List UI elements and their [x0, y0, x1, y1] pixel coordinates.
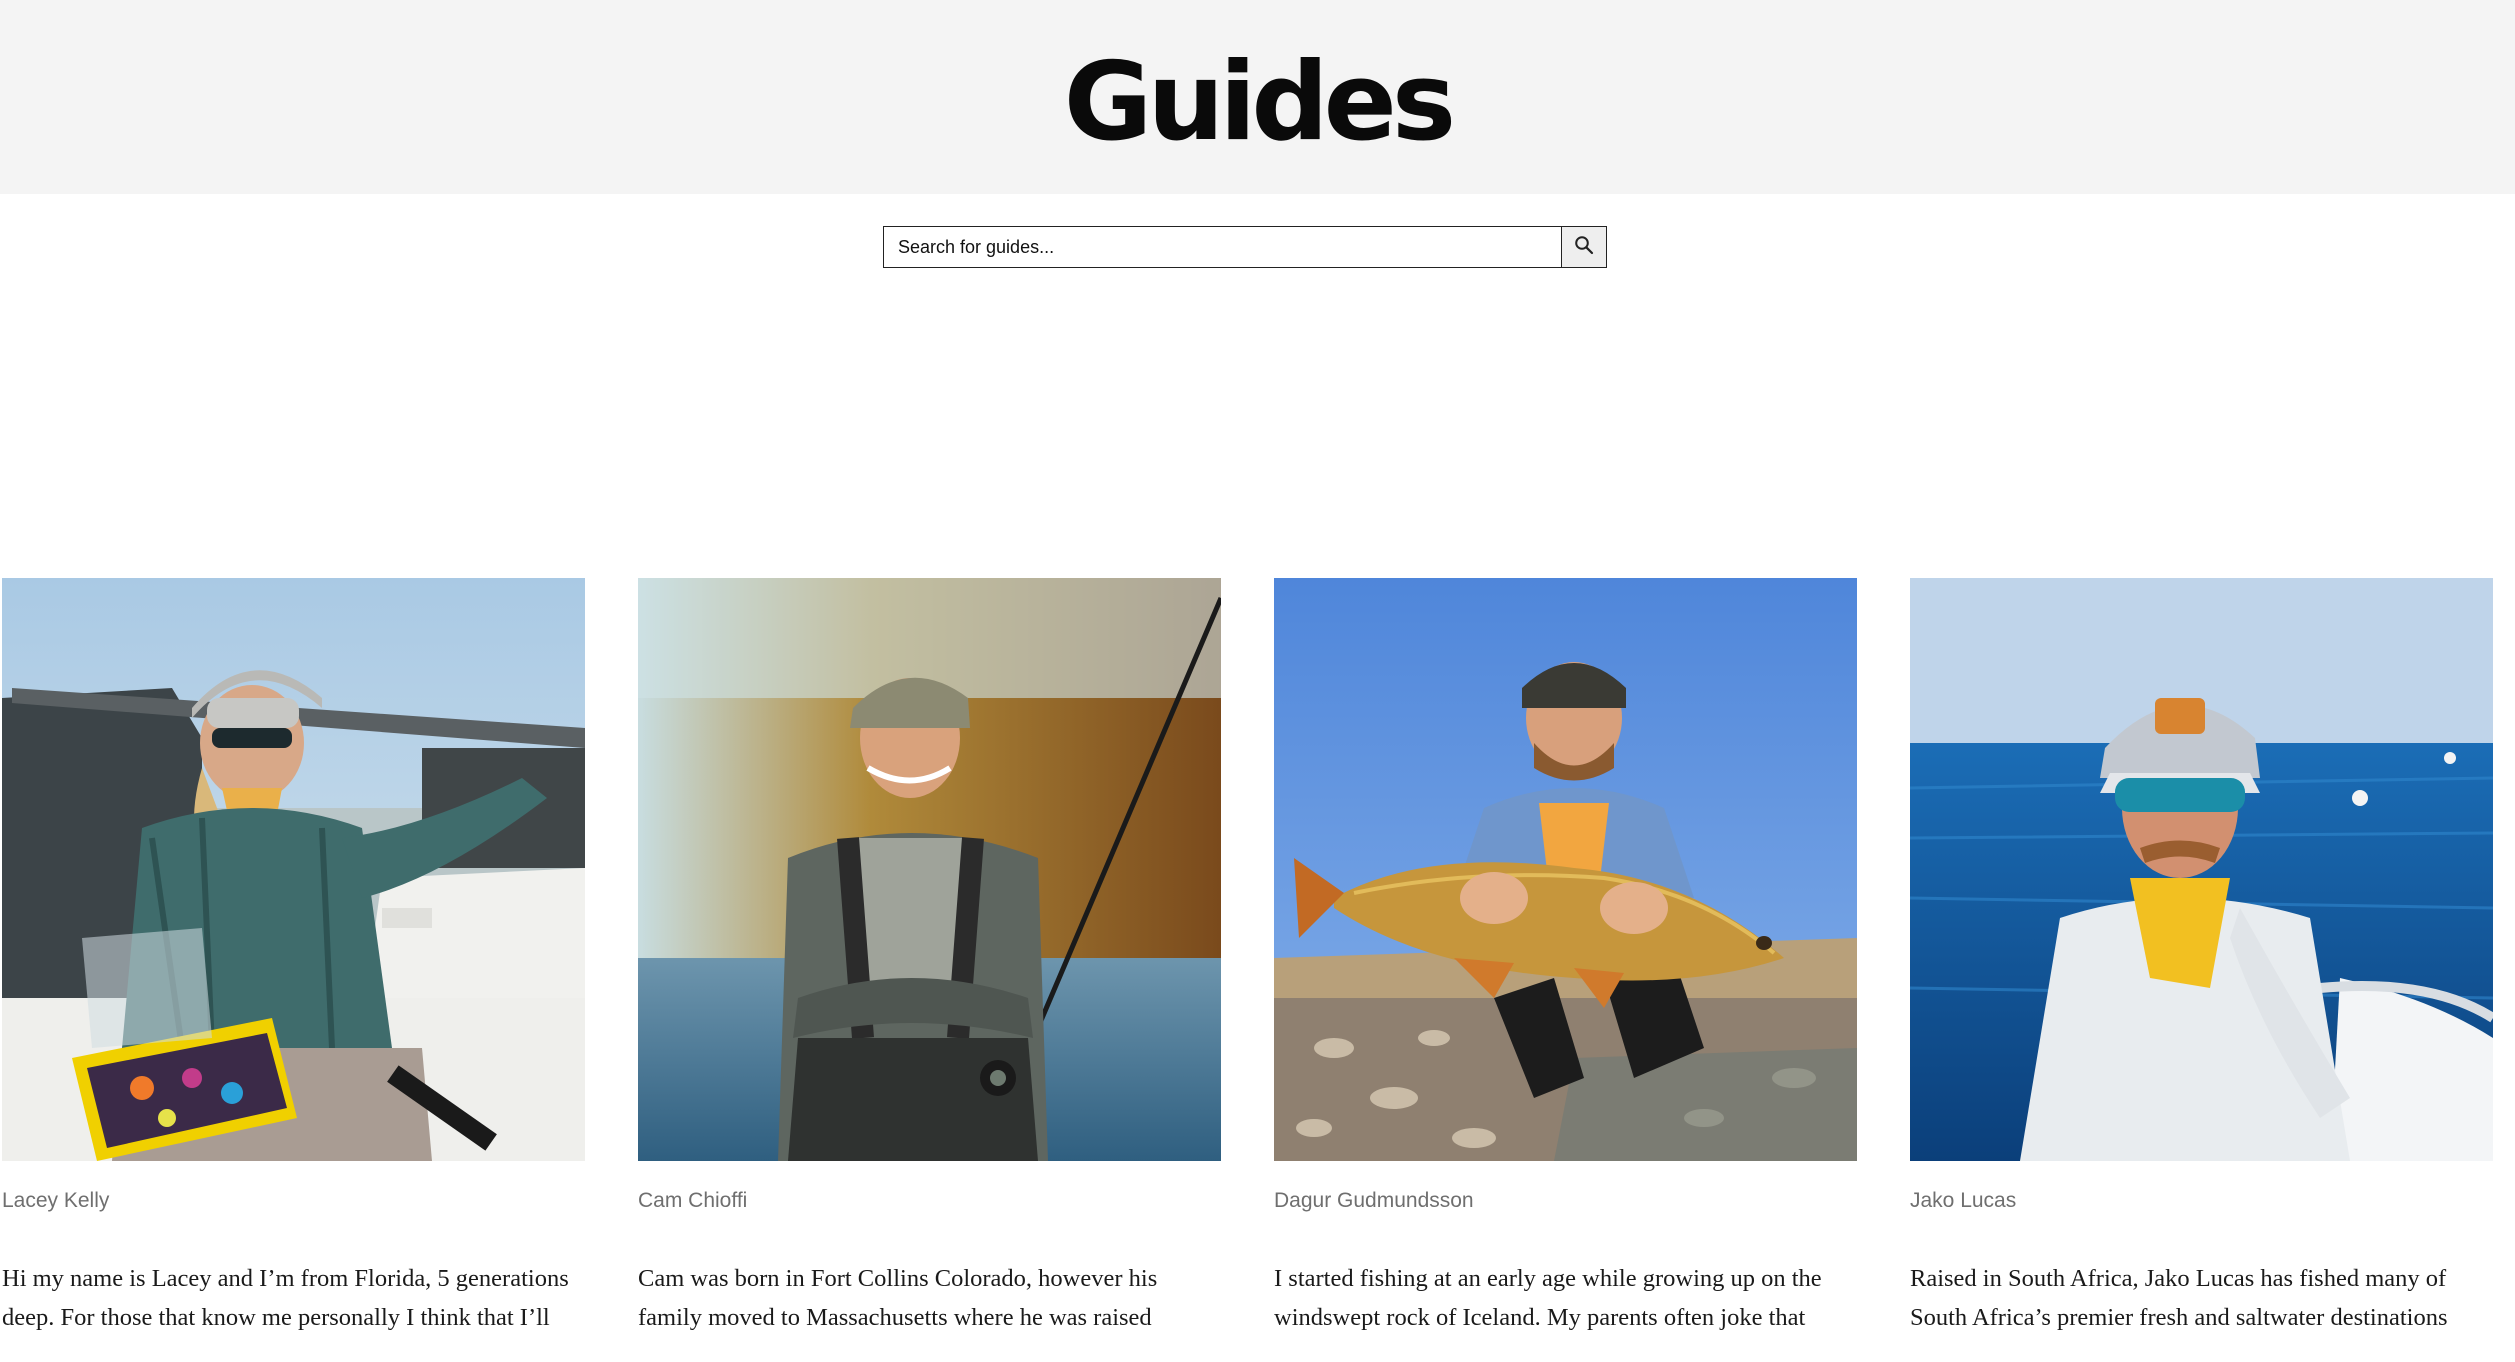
guide-photo-image	[638, 578, 1221, 1161]
guide-photo[interactable]	[638, 578, 1221, 1161]
guide-name[interactable]: Lacey Kelly	[2, 1189, 585, 1213]
guide-bio: Cam was born in Fort Collins Colorado, h…	[638, 1265, 1158, 1331]
guide-bio: Raised in South Africa, Jako Lucas has f…	[1910, 1265, 2448, 1331]
guide-name[interactable]: Jako Lucas	[1910, 1189, 2493, 1213]
guide-card[interactable]: Lacey Kelly Hi my name is Lacey and I’m …	[2, 578, 585, 1362]
search-form	[883, 226, 1607, 268]
page-title: Guides	[1063, 39, 1456, 165]
guide-card[interactable]: Cam Chioffi Cam was born in Fort Collins…	[638, 578, 1221, 1362]
guide-bio: I started fishing at an early age while …	[1274, 1265, 1822, 1331]
guide-card[interactable]: Jako Lucas Raised in South Africa, Jako …	[1910, 578, 2493, 1362]
guide-photo-image	[1274, 578, 1857, 1161]
guide-name[interactable]: Dagur Gudmundsson	[1274, 1189, 1857, 1213]
search-input[interactable]	[884, 227, 1561, 267]
guides-grid: Lacey Kelly Hi my name is Lacey and I’m …	[2, 578, 2515, 1362]
guide-photo[interactable]	[1274, 578, 1857, 1161]
guide-name[interactable]: Cam Chioffi	[638, 1189, 1221, 1213]
guide-bio: Hi my name is Lacey and I’m from Florida…	[2, 1265, 569, 1331]
page-header: Guides	[0, 0, 2515, 194]
guide-photo-image	[1910, 578, 2493, 1161]
search-icon	[1574, 235, 1594, 260]
search-button[interactable]	[1561, 227, 1606, 267]
guide-photo[interactable]	[1910, 578, 2493, 1161]
guide-photo[interactable]	[2, 578, 585, 1161]
search-section: Lacey Kelly Hi my name is Lacey and I’m …	[0, 194, 2515, 1331]
guide-photo-image	[2, 578, 585, 1161]
guide-card[interactable]: Dagur Gudmundsson I started fishing at a…	[1274, 578, 1857, 1362]
